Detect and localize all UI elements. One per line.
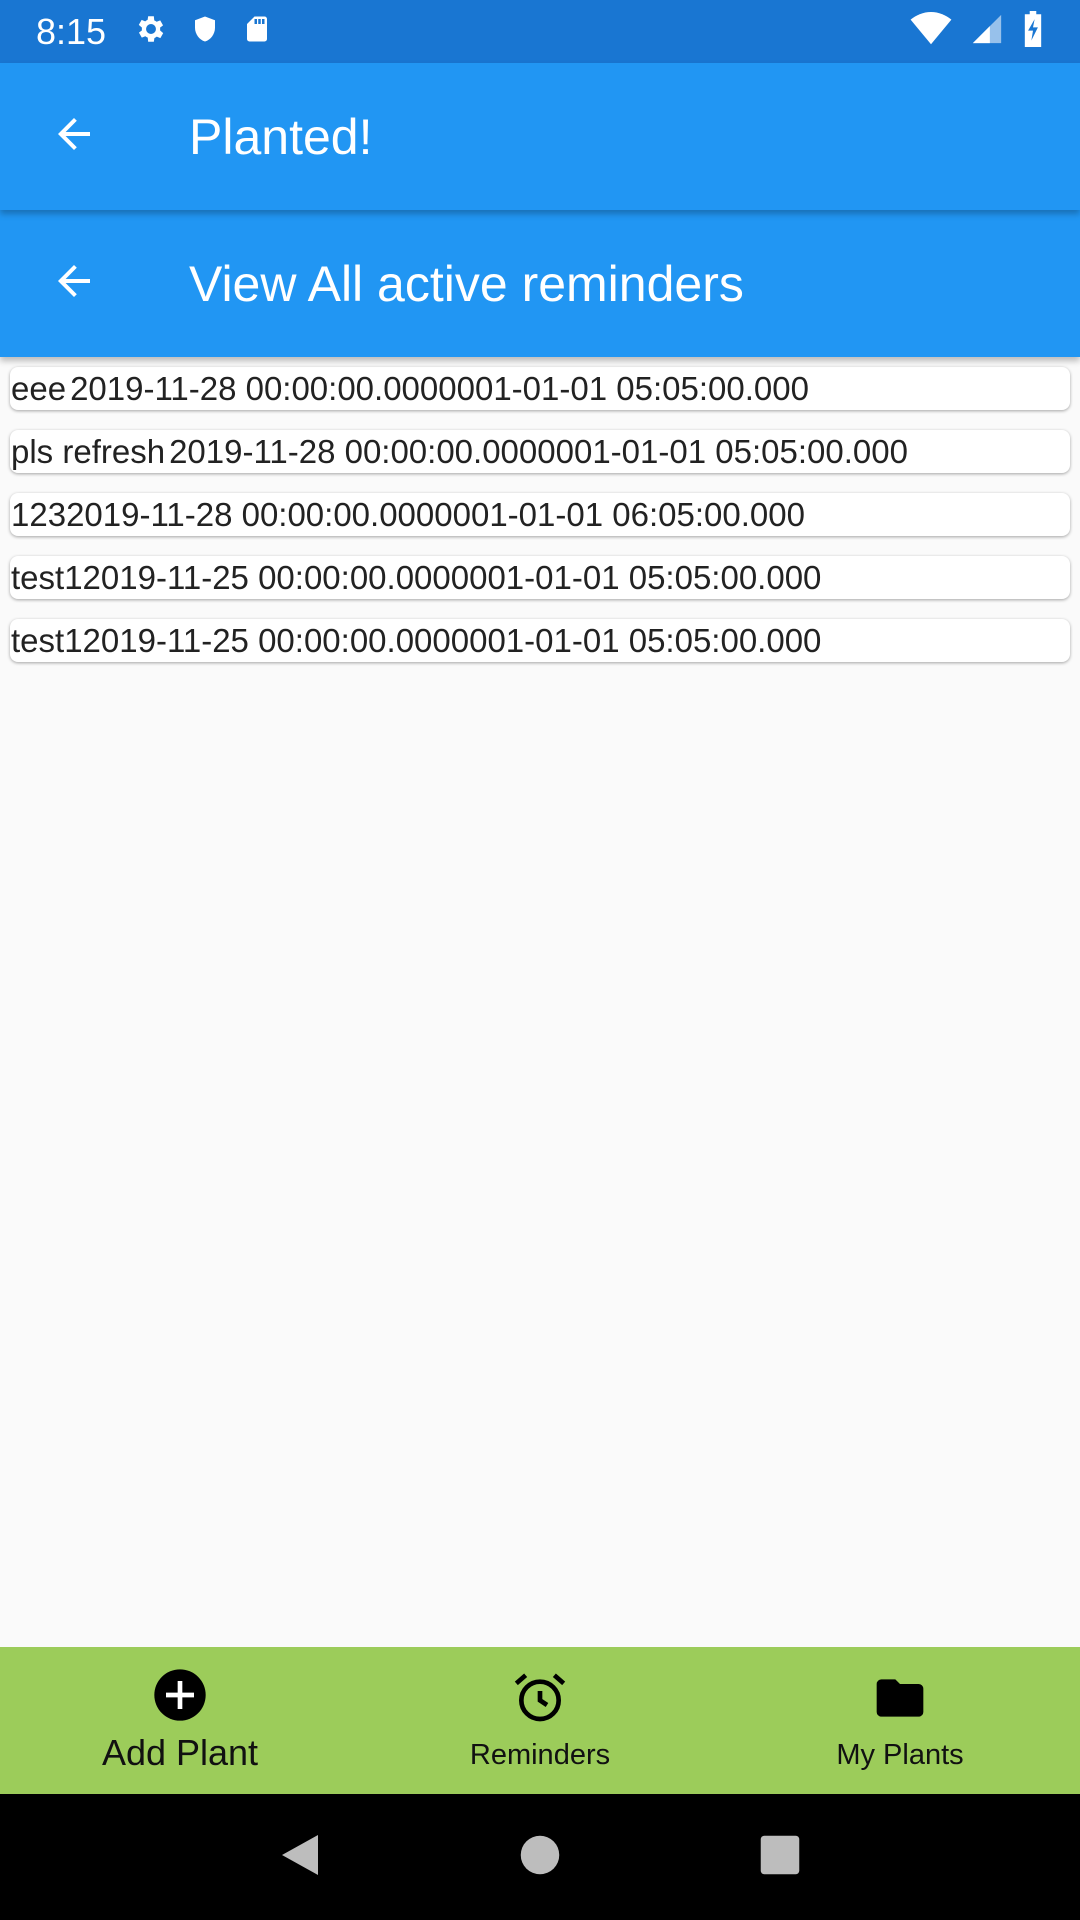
system-back-button[interactable]	[255, 1812, 345, 1902]
list-item[interactable]: pls refresh 2019-11-28 00:00:00.0000001-0…	[10, 430, 1070, 473]
page-title: View All active reminders	[189, 255, 744, 312]
reminder-details: 2019-11-28 00:00:00.0000001-01-01 06:05:…	[66, 495, 805, 533]
nav-my-plants-label: My Plants	[836, 1738, 964, 1771]
reminder-name: test1	[11, 621, 83, 659]
arrow-back-icon	[50, 110, 98, 163]
app-title: Planted!	[189, 108, 373, 165]
system-navigation-bar	[0, 1794, 1080, 1920]
back-button-secondary[interactable]	[0, 210, 148, 357]
alarm-clock-icon	[512, 1670, 568, 1731]
square-recents-icon	[759, 1834, 801, 1881]
list-item[interactable]: test1 2019-11-25 00:00:00.0000001-01-01 0…	[10, 619, 1070, 662]
list-item[interactable]: test1 2019-11-25 00:00:00.0000001-01-01 0…	[10, 556, 1070, 599]
gear-icon	[134, 12, 168, 51]
reminder-name: test1	[11, 558, 83, 596]
status-bar: 8:15	[0, 0, 1080, 63]
system-home-button[interactable]	[495, 1812, 585, 1902]
nav-add-plant[interactable]: Add Plant	[0, 1647, 360, 1794]
nav-my-plants[interactable]: My Plants	[720, 1647, 1080, 1794]
arrow-back-icon	[50, 257, 98, 310]
wifi-icon	[910, 12, 952, 51]
status-icons-left	[134, 12, 272, 51]
back-button[interactable]	[0, 63, 148, 210]
status-time: 8:15	[36, 10, 107, 52]
app-bar-secondary: View All active reminders	[0, 210, 1080, 357]
folder-icon	[872, 1670, 928, 1731]
reminder-name: eee	[11, 369, 67, 407]
app-bar-primary: Planted!	[0, 63, 1080, 210]
nav-reminders-label: Reminders	[469, 1738, 611, 1771]
triangle-back-icon	[278, 1831, 322, 1884]
reminder-name: 123	[11, 495, 67, 533]
system-recents-button[interactable]	[735, 1812, 825, 1902]
reminder-list: eee 2019-11-28 00:00:00.0000001-01-01 05:…	[10, 367, 1070, 682]
status-icons-right	[910, 11, 1044, 52]
list-item[interactable]: eee 2019-11-28 00:00:00.0000001-01-01 05:…	[10, 367, 1070, 410]
bottom-navigation: Add Plant Reminders My Plants	[0, 1647, 1080, 1794]
circle-home-icon	[519, 1834, 561, 1881]
reminder-name: pls refresh	[11, 432, 166, 470]
list-item[interactable]: 123 2019-11-28 00:00:00.0000001-01-01 06:…	[10, 493, 1070, 536]
reminder-details: 2019-11-28 00:00:00.0000001-01-01 05:05:…	[169, 432, 908, 470]
reminder-details: 2019-11-25 00:00:00.0000001-01-01 05:05:…	[82, 558, 822, 596]
battery-icon	[1022, 11, 1044, 52]
add-circle-icon	[152, 1667, 208, 1728]
shield-icon	[190, 12, 220, 51]
reminder-details: 2019-11-25 00:00:00.0000001-01-01 05:05:…	[82, 621, 822, 659]
nav-add-plant-label: Add Plant	[101, 1732, 259, 1773]
sd-card-icon	[242, 12, 272, 51]
nav-reminders[interactable]: Reminders	[360, 1647, 720, 1794]
reminder-details: 2019-11-28 00:00:00.0000001-01-01 05:05:…	[70, 369, 809, 407]
signal-icon	[970, 12, 1004, 51]
